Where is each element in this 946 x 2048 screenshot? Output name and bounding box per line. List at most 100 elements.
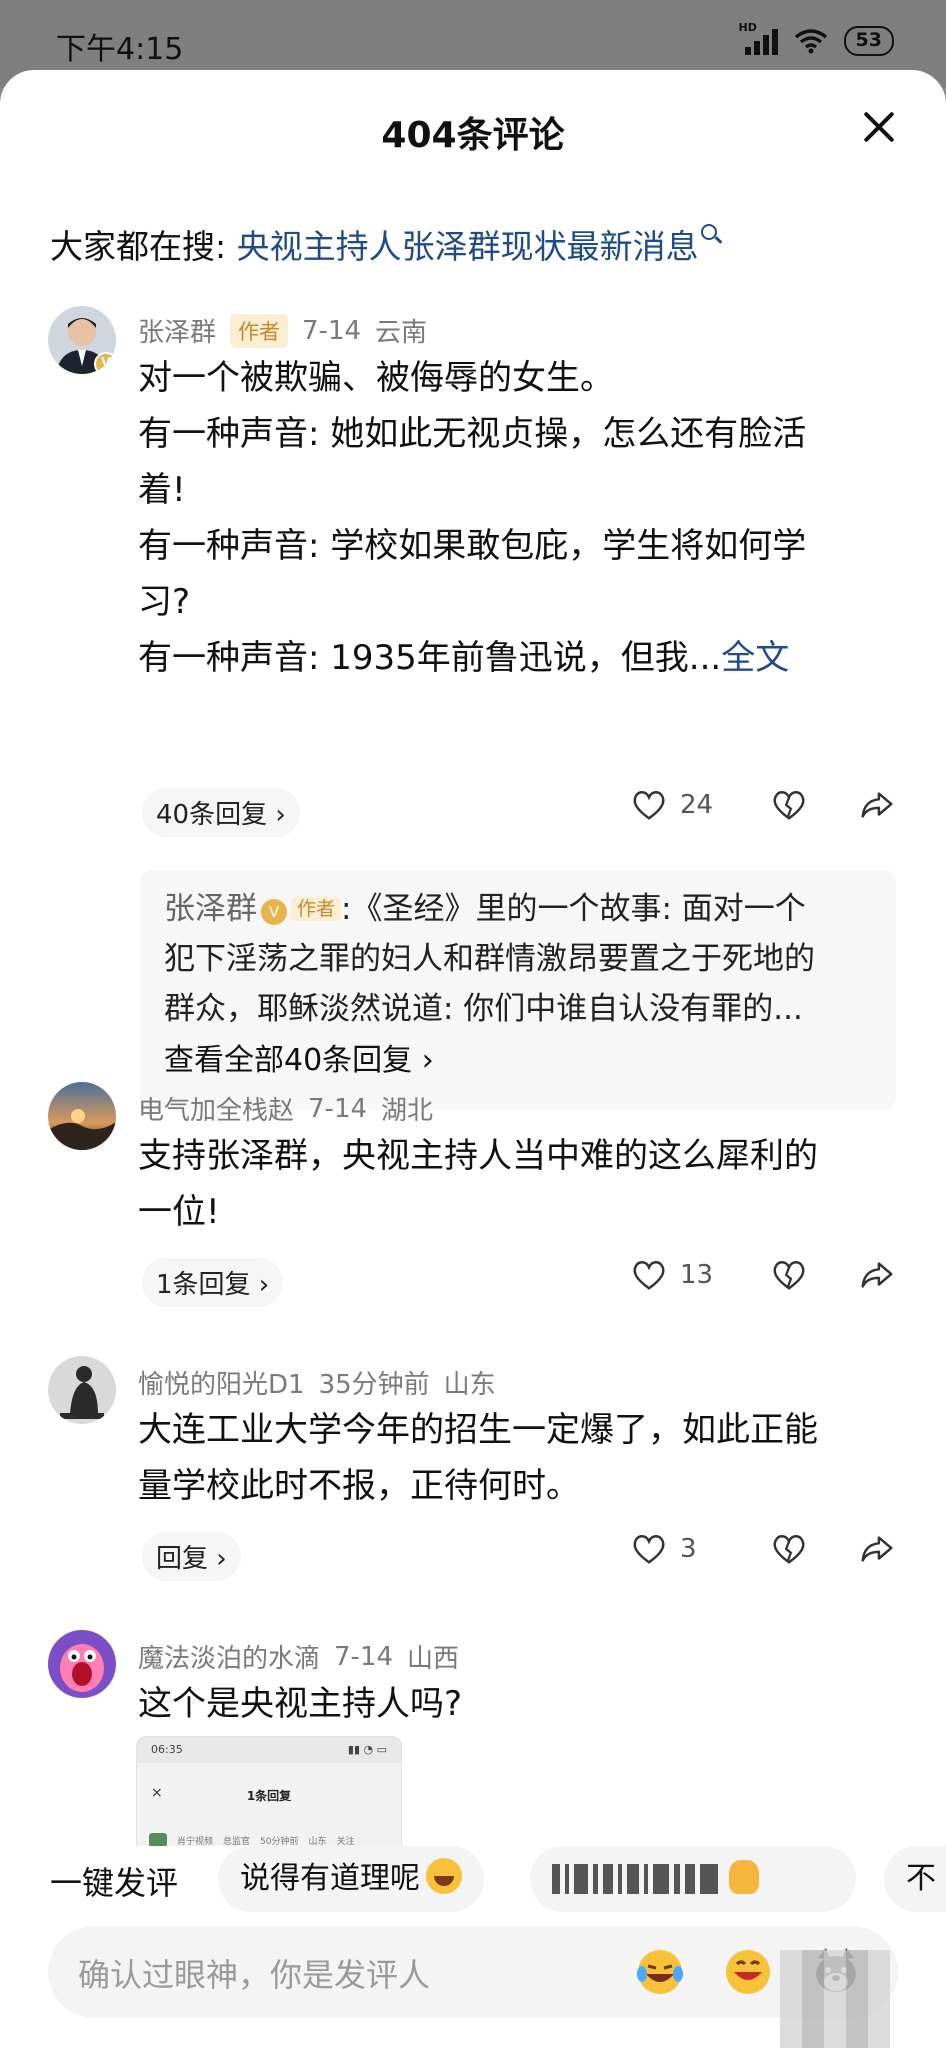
comment-author[interactable]: 张泽群 (138, 312, 216, 349)
comment-location: 云南 (375, 318, 428, 348)
like-count: 3 (680, 1534, 697, 1564)
grinning-tongue-emoji-icon[interactable] (720, 1944, 776, 2000)
thumbnail-avatar (149, 1833, 167, 1847)
reply-count-button[interactable]: 1条回复 › (142, 1258, 284, 1307)
battery-indicator: 53 (843, 26, 894, 56)
grinning-emoji-icon (426, 1858, 462, 1894)
quick-comment-chip[interactable]: 不 (884, 1846, 946, 1912)
reply-text-line: 犯下淫荡之罪的妇人和群情激昂要置之于死地的 (164, 941, 815, 977)
like-heart-icon[interactable] (630, 1256, 668, 1294)
comment-location: 山西 (407, 1644, 460, 1674)
comment-author[interactable]: 电气加全栈赵 (138, 1090, 294, 1127)
comments-sheet: 404条评论 大家都在搜: 央视主持人张泽群现状最新消息 V 张泽群 作者 7-… (0, 70, 946, 2048)
thumbnail-row: 肖宁视频 总监官 50分钟前 山东 关注 (149, 1833, 355, 1847)
reply-text-line: :《圣经》里的一个故事: 面对一个 (341, 891, 806, 927)
quick-comment-label: 一键发评 (50, 1864, 179, 1902)
trending-search-link[interactable]: 央视主持人张泽群现状最新消息 (237, 227, 699, 266)
comment-author[interactable]: 愉悦的阳光D1 (138, 1364, 305, 1401)
comment-input-placeholder: 确认过眼神，你是发评人 (78, 1956, 431, 1994)
comment-body[interactable]: 这个是央视主持人吗? (138, 1676, 898, 1732)
comment-author[interactable]: 魔法淡泊的水滴 (138, 1638, 320, 1675)
expand-full-text-link[interactable]: 全文 (721, 638, 789, 678)
comment-line: 支持张泽群，央视主持人当中难的这么犀利的 (138, 1136, 818, 1176)
search-icon[interactable] (700, 224, 717, 240)
avatar[interactable] (48, 1082, 116, 1150)
like-heart-icon[interactable] (630, 786, 668, 824)
dislike-broken-heart-icon[interactable] (770, 1256, 808, 1294)
comment-date: 7-14 (308, 1093, 368, 1124)
comment-date: 7-14 (334, 1641, 394, 1672)
like-count: 13 (680, 1260, 714, 1290)
reply-count-label: 1条回复 (156, 1270, 251, 1300)
comment-actions: 13 (630, 1256, 896, 1294)
thumbnail-time: 06:35 (151, 1743, 183, 1756)
comment-line: 有一种声音: 1935年前鲁迅说，但我... (138, 638, 722, 678)
author-tag: 作者 (230, 313, 289, 348)
comment-date: 7-14 (302, 315, 362, 346)
like-count: 24 (680, 790, 714, 820)
comment-meta: 电气加全栈赵 7-14 湖北 (138, 1090, 433, 1127)
clapping-hands-emoji-icon (729, 1860, 759, 1894)
comment-body[interactable]: 支持张泽群，央视主持人当中难的这么犀利的 一位! (138, 1128, 898, 1240)
reply-preview[interactable]: 张泽群 V 作者:《圣经》里的一个故事: 面对一个 犯下淫荡之罪的妇人和群情激昂要置… (140, 870, 896, 1110)
status-icons: HD 53 (739, 21, 894, 56)
quick-comment-chip[interactable]: 说得有道理呢 (218, 1846, 484, 1912)
verified-badge-icon: V (94, 352, 116, 374)
author-tag: 作者 (291, 897, 342, 921)
dislike-broken-heart-icon[interactable] (770, 1530, 808, 1568)
share-arrow-icon[interactable] (858, 786, 896, 824)
wifi-icon (794, 29, 827, 54)
avatar[interactable] (48, 1630, 116, 1698)
watermark-blur (780, 1950, 890, 2048)
comment-body[interactable]: 大连工业大学今年的招生一定爆了，如此正能 量学校此时不报，正待何时。 (138, 1402, 898, 1514)
reply-label: 回复 (156, 1544, 209, 1574)
verified-badge-icon: V (261, 899, 287, 925)
comment-body[interactable]: 对一个被欺骗、被侮辱的女生。 有一种声音: 她如此无视贞操，怎么还有脸活 着! … (138, 350, 898, 686)
comment-location: 湖北 (381, 1096, 434, 1126)
reply-text-line: 群众，耶稣淡然说道: 你们中谁自认没有罪的... (164, 991, 803, 1027)
view-all-replies-link[interactable]: 查看全部40条回复 › (164, 1036, 872, 1086)
status-time: 下午4:15 (56, 32, 184, 67)
comment-meta: 愉悦的阳光D1 35分钟前 山东 (138, 1364, 496, 1401)
comment-line: 有一种声音: 她如此无视贞操，怎么还有脸活 (138, 414, 807, 454)
comment-location: 山东 (443, 1370, 496, 1400)
avatar[interactable] (48, 1356, 116, 1424)
censored-text-icon (552, 1852, 723, 1894)
view-all-replies-label: 查看全部40条回复 (164, 1043, 413, 1078)
thumbnail-text: 50分钟前 (260, 1836, 299, 1847)
comment-meta: 张泽群 作者 7-14 云南 (138, 312, 427, 349)
thumbnail-text: 山东 (308, 1836, 327, 1847)
comment-date: 35分钟前 (318, 1370, 430, 1400)
thumbnail-text: 关注 (336, 1836, 355, 1847)
trending-search-label: 大家都在搜: (50, 227, 237, 266)
laughing-crying-emoji-icon[interactable] (632, 1944, 688, 2000)
thumbnail-status-bar: 06:35 ▮▮ ◔ ▭ (137, 1737, 401, 1763)
quick-comment-bar: 一键发评 说得有道理呢 不 (0, 1846, 946, 1918)
comment-line: 习? (138, 582, 191, 622)
comment-actions: 3 (630, 1530, 896, 1568)
quick-comment-chip[interactable] (530, 1846, 856, 1912)
reply-author[interactable]: 张泽群 (164, 891, 257, 927)
thumbnail-text: 总监官 (223, 1836, 251, 1847)
like-heart-icon[interactable] (630, 1530, 668, 1568)
comment-line: 有一种声音: 学校如果敢包庇，学生将如何学 (138, 526, 807, 566)
comment-line: 这个是央视主持人吗? (138, 1684, 463, 1724)
comment-line: 着! (138, 470, 186, 510)
thumbnail-icons: ▮▮ ◔ ▭ (347, 1743, 387, 1756)
reply-count-button[interactable]: 40条回复 › (142, 788, 300, 837)
share-arrow-icon[interactable] (858, 1256, 896, 1294)
comment-line: 一位! (138, 1192, 220, 1232)
comment-actions: 24 (630, 786, 896, 824)
close-icon[interactable] (862, 110, 896, 144)
reply-count-label: 40条回复 (156, 800, 268, 830)
comment-meta: 魔法淡泊的水滴 7-14 山西 (138, 1638, 459, 1675)
avatar[interactable]: V (48, 306, 116, 374)
dislike-broken-heart-icon[interactable] (770, 786, 808, 824)
share-arrow-icon[interactable] (858, 1530, 896, 1568)
comments-count-title: 404条评论 (381, 115, 565, 156)
reply-button[interactable]: 回复 › (142, 1532, 241, 1581)
comment-input[interactable]: 确认过眼神，你是发评人 (48, 1926, 898, 2018)
cellular-signal-icon: HD (739, 21, 778, 55)
thumbnail-title: 1条回复 (246, 1789, 292, 1803)
quick-comment-text: 说得有道理呢 (240, 1861, 420, 1896)
